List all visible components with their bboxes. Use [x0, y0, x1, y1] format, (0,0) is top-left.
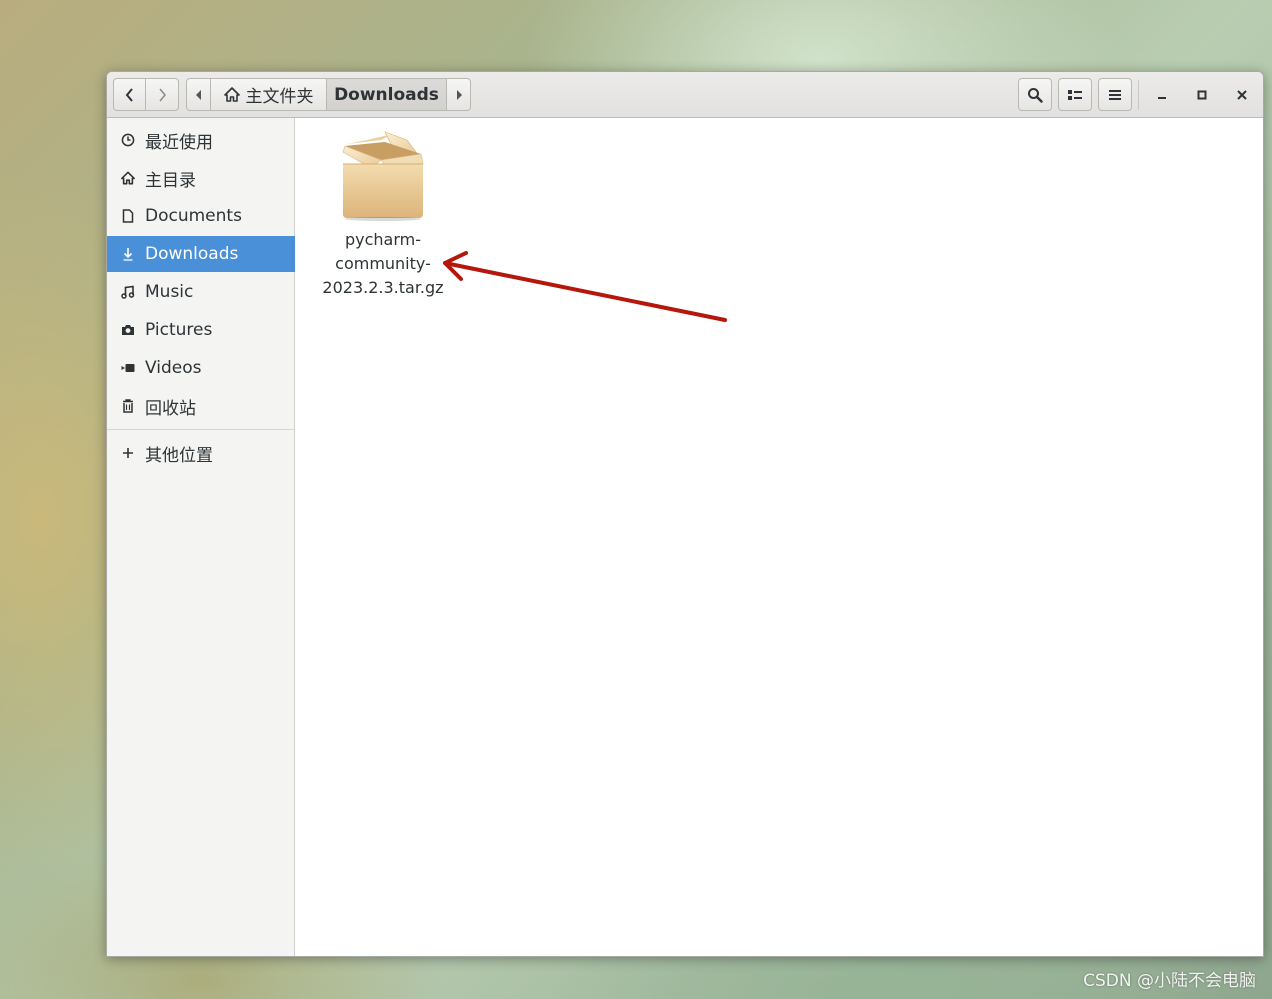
sidebar-item-label: Downloads — [145, 244, 239, 264]
sidebar-separator — [107, 429, 295, 430]
music-icon — [121, 285, 135, 299]
breadcrumb-home-button[interactable]: 主文件夹 — [210, 78, 327, 111]
maximize-button[interactable] — [1186, 78, 1218, 111]
chevron-left-icon — [125, 87, 133, 102]
sidebar-item-trash[interactable]: 回收站 — [107, 388, 295, 424]
sidebar: 最近使用 主目录 Documents Downloads Music Pictu… — [107, 118, 295, 956]
breadcrumb-home-label: 主文件夹 — [245, 87, 314, 107]
triangle-right-icon — [456, 89, 462, 100]
sidebar-item-documents[interactable]: Documents — [107, 198, 295, 234]
file-manager-window: 主文件夹 Downloads 最近使用 主目录 Documents Downlo… — [106, 71, 1264, 957]
search-icon — [1028, 87, 1043, 103]
header-bar: 主文件夹 Downloads — [107, 72, 1263, 118]
sidebar-item-music[interactable]: Music — [107, 274, 295, 310]
sidebar-item-label: Videos — [145, 358, 202, 378]
menu-button[interactable] — [1098, 78, 1132, 111]
sidebar-item-label: Pictures — [145, 320, 213, 340]
sidebar-item-downloads[interactable]: Downloads — [107, 236, 295, 272]
camera-icon — [121, 323, 135, 337]
header-separator — [1138, 80, 1139, 110]
path-scroll-left-button[interactable] — [186, 78, 211, 111]
path-scroll-right-button[interactable] — [446, 78, 471, 111]
home-icon — [121, 171, 135, 185]
annotation-arrow — [443, 251, 727, 322]
back-button[interactable] — [113, 78, 146, 111]
sidebar-item-label: 最近使用 — [145, 132, 213, 153]
sidebar-item-label: Documents — [145, 206, 242, 226]
sidebar-item-label: 回收站 — [145, 398, 196, 419]
search-button[interactable] — [1018, 78, 1052, 111]
watermark-text: CSDN @小陆不会电脑 — [1083, 971, 1256, 991]
hamburger-menu-icon — [1109, 89, 1121, 100]
sidebar-item-pictures[interactable]: Pictures — [107, 312, 295, 348]
document-icon — [121, 209, 135, 223]
plus-icon — [121, 446, 135, 460]
view-mode-button[interactable] — [1058, 78, 1092, 111]
breadcrumb-current-button[interactable]: Downloads — [326, 78, 447, 111]
sidebar-item-home[interactable]: 主目录 — [107, 160, 295, 196]
close-button[interactable] — [1226, 78, 1258, 111]
file-view: pycharm- community- 2023.2.3.tar.gz — [295, 118, 1263, 956]
triangle-left-icon — [195, 89, 201, 100]
sidebar-item-label: 其他位置 — [145, 445, 213, 466]
forward-button[interactable] — [145, 78, 179, 111]
clock-icon — [121, 133, 135, 147]
home-icon — [223, 87, 240, 102]
video-icon — [121, 361, 135, 375]
close-icon — [1237, 89, 1247, 100]
sidebar-item-label: Music — [145, 282, 194, 302]
sidebar-item-recent[interactable]: 最近使用 — [107, 122, 295, 158]
sidebar-item-videos[interactable]: Videos — [107, 350, 295, 386]
chevron-right-icon — [159, 88, 166, 101]
minimize-icon — [1158, 96, 1166, 99]
maximize-icon — [1197, 90, 1207, 99]
sidebar-item-other-locations[interactable]: 其他位置 — [107, 435, 295, 471]
sidebar-item-label: 主目录 — [145, 170, 196, 191]
trash-icon — [121, 399, 135, 413]
minimize-button[interactable] — [1146, 78, 1178, 111]
list-view-icon — [1068, 89, 1082, 100]
breadcrumb-current-label: Downloads — [334, 84, 439, 105]
download-icon — [121, 247, 135, 261]
